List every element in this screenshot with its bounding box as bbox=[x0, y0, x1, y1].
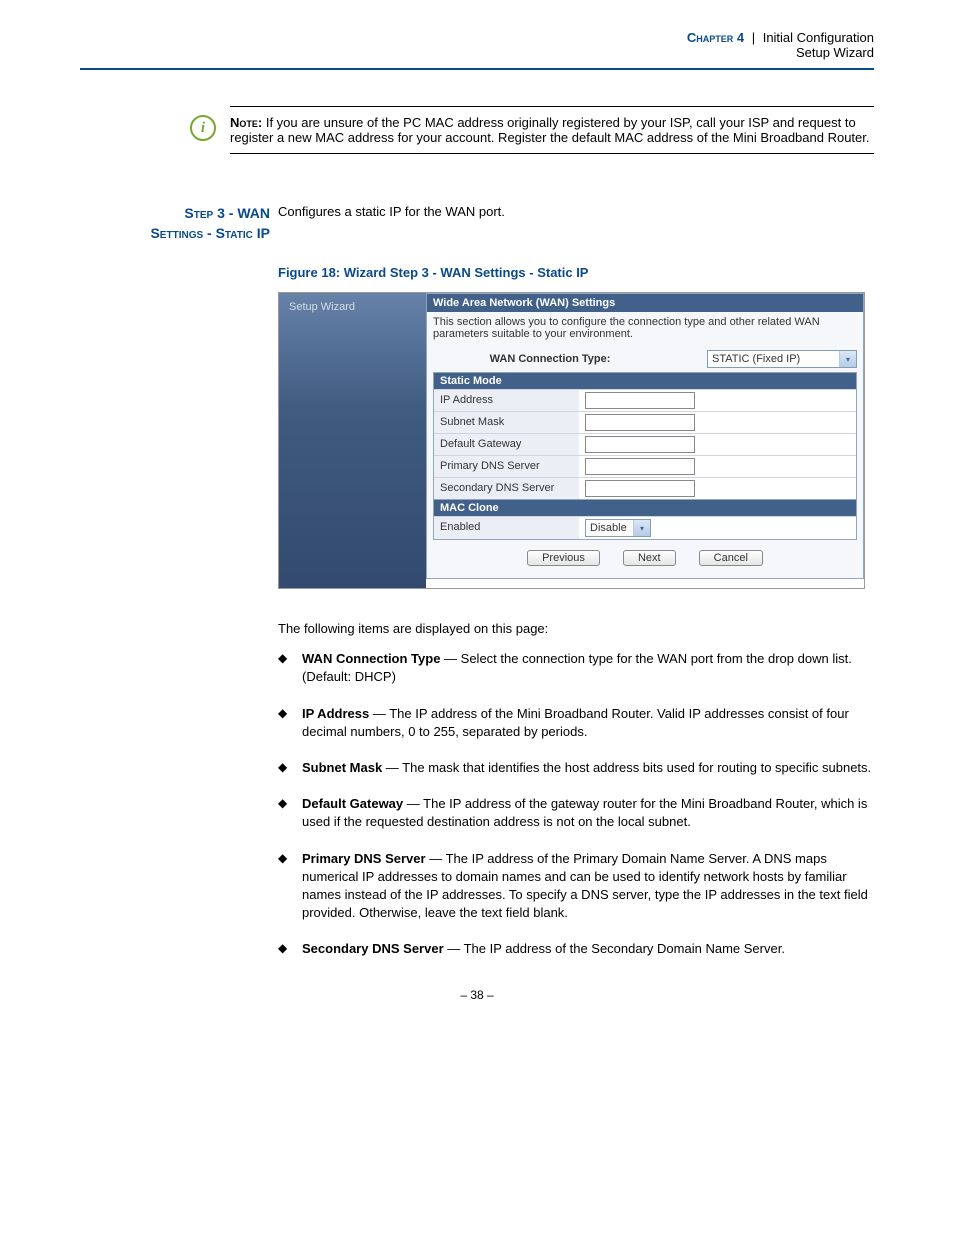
item-title: Default Gateway bbox=[302, 796, 403, 811]
secondary-dns-input[interactable] bbox=[585, 480, 695, 497]
ui-sidebar: Setup Wizard bbox=[279, 293, 426, 588]
cancel-button[interactable]: Cancel bbox=[699, 550, 763, 566]
header-subsection: Setup Wizard bbox=[80, 45, 874, 60]
page-number: – 38 – bbox=[80, 988, 874, 1002]
header-section: Initial Configuration bbox=[763, 30, 874, 45]
item-title: Secondary DNS Server bbox=[302, 941, 444, 956]
wan-panel-title: Wide Area Network (WAN) Settings bbox=[426, 293, 864, 312]
next-button[interactable]: Next bbox=[623, 550, 676, 566]
subnet-mask-label: Subnet Mask bbox=[434, 412, 579, 433]
mac-enabled-select[interactable]: Disable ▾ bbox=[585, 519, 651, 537]
item-title: Subnet Mask bbox=[302, 760, 382, 775]
item-title: WAN Connection Type bbox=[302, 651, 440, 666]
step-description: Configures a static IP for the WAN port. bbox=[278, 204, 874, 219]
note-text: If you are unsure of the PC MAC address … bbox=[230, 115, 870, 145]
step-side-title: Step 3 - WAN Settings - Static IP bbox=[80, 204, 278, 243]
sidebar-item-setup-wizard[interactable]: Setup Wizard bbox=[289, 301, 416, 313]
chevron-down-icon: ▾ bbox=[839, 351, 856, 367]
primary-dns-label: Primary DNS Server bbox=[434, 456, 579, 477]
item-text: — The mask that identifies the host addr… bbox=[382, 760, 871, 775]
items-intro: The following items are displayed on thi… bbox=[278, 621, 874, 636]
step-title-line2: Settings - Static IP bbox=[150, 225, 270, 241]
wan-conn-type-value: STATIC (Fixed IP) bbox=[708, 353, 839, 365]
chapter-label: Chapter 4 bbox=[687, 30, 744, 45]
static-mode-table: Static Mode IP Address Subnet Mask Defau… bbox=[433, 372, 857, 500]
mac-enabled-value: Disable bbox=[586, 522, 633, 534]
ip-address-input[interactable] bbox=[585, 392, 695, 409]
wizard-screenshot: Setup Wizard Wide Area Network (WAN) Set… bbox=[278, 292, 865, 589]
item-text: — The IP address of the Mini Broadband R… bbox=[302, 706, 849, 739]
subnet-mask-input[interactable] bbox=[585, 414, 695, 431]
ui-main: Wide Area Network (WAN) Settings This se… bbox=[426, 293, 864, 588]
previous-button[interactable]: Previous bbox=[527, 550, 600, 566]
default-gateway-label: Default Gateway bbox=[434, 434, 579, 455]
item-list: WAN Connection Type — Select the connect… bbox=[278, 650, 874, 958]
default-gateway-input[interactable] bbox=[585, 436, 695, 453]
wan-conn-type-select[interactable]: STATIC (Fixed IP) ▾ bbox=[707, 350, 857, 368]
header-divider: | bbox=[752, 30, 755, 45]
list-item: Secondary DNS Server — The IP address of… bbox=[278, 940, 874, 958]
list-item: Default Gateway — The IP address of the … bbox=[278, 795, 874, 831]
item-text: — The IP address of the Secondary Domain… bbox=[444, 941, 785, 956]
mac-enabled-label: Enabled bbox=[434, 517, 579, 539]
item-title: Primary DNS Server bbox=[302, 851, 426, 866]
wan-conn-type-label: WAN Connection Type: bbox=[433, 353, 707, 365]
secondary-dns-label: Secondary DNS Server bbox=[434, 478, 579, 499]
primary-dns-input[interactable] bbox=[585, 458, 695, 475]
wan-panel-desc: This section allows you to configure the… bbox=[433, 316, 857, 340]
list-item: Subnet Mask — The mask that identifies t… bbox=[278, 759, 874, 777]
page-header: Chapter 4 | Initial Configuration Setup … bbox=[80, 30, 874, 70]
figure-caption: Figure 18: Wizard Step 3 - WAN Settings … bbox=[278, 265, 874, 280]
list-item: WAN Connection Type — Select the connect… bbox=[278, 650, 874, 686]
chevron-down-icon: ▾ bbox=[633, 520, 650, 536]
step-title-line1: Step 3 - WAN bbox=[184, 205, 270, 221]
item-title: IP Address bbox=[302, 706, 369, 721]
note-block: i Note: If you are unsure of the PC MAC … bbox=[230, 106, 874, 154]
static-mode-header: Static Mode bbox=[434, 373, 856, 389]
ip-address-label: IP Address bbox=[434, 390, 579, 411]
note-label: Note: bbox=[230, 115, 262, 130]
list-item: IP Address — The IP address of the Mini … bbox=[278, 705, 874, 741]
info-icon: i bbox=[190, 115, 216, 141]
list-item: Primary DNS Server — The IP address of t… bbox=[278, 850, 874, 923]
mac-clone-header: MAC Clone bbox=[434, 500, 856, 516]
mac-clone-table: MAC Clone Enabled Disable ▾ bbox=[433, 500, 857, 540]
